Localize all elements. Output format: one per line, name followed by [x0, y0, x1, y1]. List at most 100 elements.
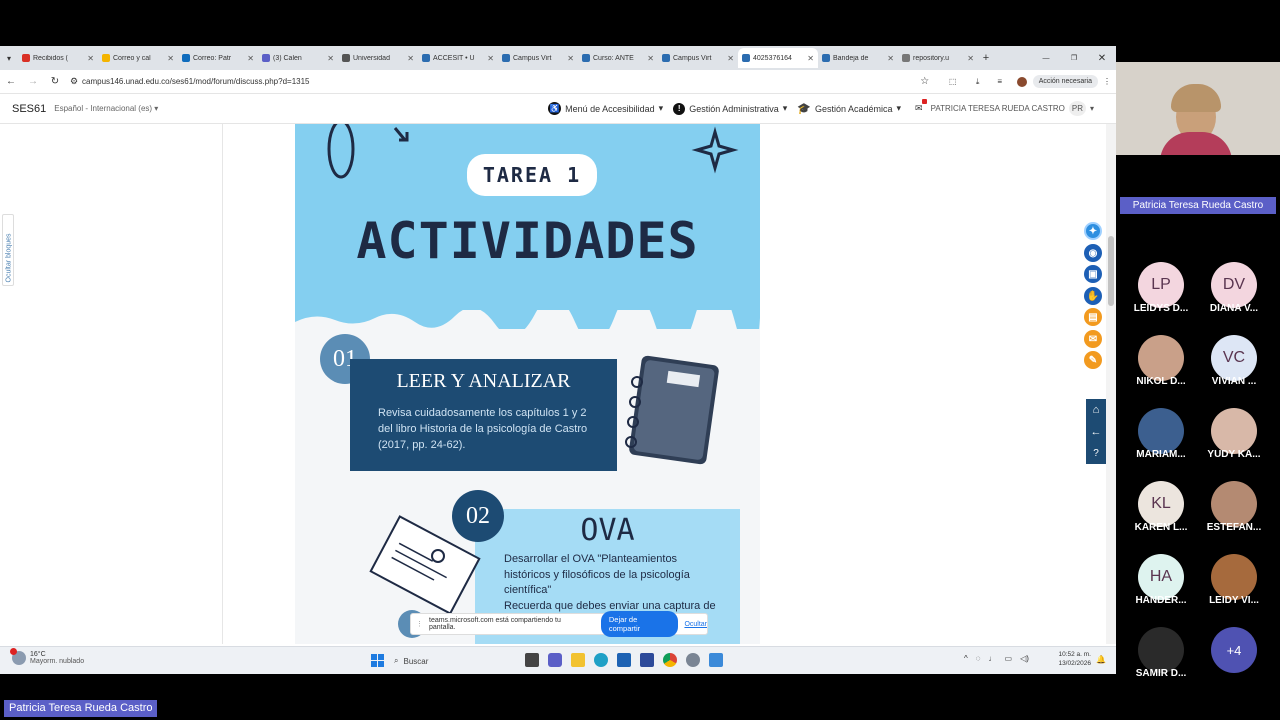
- messages-icon[interactable]: ✉: [915, 99, 927, 114]
- action-needed-button[interactable]: Acción necesaria: [1032, 75, 1098, 88]
- snipping-tool-icon[interactable]: [709, 653, 723, 667]
- task-view-icon[interactable]: [525, 653, 539, 667]
- powershell-icon[interactable]: [640, 653, 654, 667]
- hide-blocks-toggle[interactable]: Ocultar bloques: [2, 214, 14, 286]
- home-icon[interactable]: ⌂: [1086, 399, 1106, 421]
- download-icon[interactable]: ⤓: [967, 77, 989, 87]
- display-icon[interactable]: ▭: [1005, 654, 1013, 663]
- participant-avatar[interactable]: DV: [1211, 262, 1257, 308]
- url-field[interactable]: campus146.unad.edu.co/ses61/mod/forum/di…: [82, 77, 682, 86]
- new-tab-button[interactable]: +: [978, 52, 994, 64]
- chat-tool-icon[interactable]: ✎: [1084, 351, 1102, 369]
- browser-tab[interactable]: ACCESIT • U ✕: [418, 48, 498, 68]
- browser-tab[interactable]: 4025376164 ✕: [738, 48, 818, 68]
- taskbar-search[interactable]: ⌕ Buscar: [394, 652, 518, 670]
- tab-close-icon[interactable]: ✕: [327, 54, 334, 63]
- drag-handle-icon[interactable]: ⋮: [416, 620, 423, 628]
- tab-close-icon[interactable]: ✕: [247, 54, 254, 63]
- site-info-icon[interactable]: ⚙: [66, 76, 82, 87]
- tab-close-icon[interactable]: ✕: [407, 54, 414, 63]
- store-icon[interactable]: [617, 653, 631, 667]
- tab-close-icon[interactable]: ✕: [87, 54, 94, 63]
- more-participants-button[interactable]: +4: [1211, 627, 1257, 673]
- tab-close-icon[interactable]: ✕: [167, 54, 174, 63]
- participant-avatar[interactable]: [1211, 481, 1257, 527]
- participant-avatar[interactable]: HA: [1138, 554, 1184, 600]
- notification-bell-icon[interactable]: 🔔: [1096, 655, 1106, 664]
- microphone-icon[interactable]: ♩: [989, 654, 997, 663]
- site-brand[interactable]: SES61: [12, 103, 46, 115]
- minimize-button[interactable]: —: [1032, 55, 1060, 62]
- tab-close-icon[interactable]: ✕: [567, 54, 574, 63]
- tab-label: Campus Virt: [673, 54, 712, 62]
- chrome-icon[interactable]: [663, 653, 677, 667]
- chevron-up-icon[interactable]: ^: [964, 654, 968, 663]
- teams-icon[interactable]: [548, 653, 562, 667]
- edge-icon[interactable]: [594, 653, 608, 667]
- hide-share-link[interactable]: Ocultar: [684, 621, 707, 628]
- bookmark-icon[interactable]: ☆: [911, 76, 939, 87]
- participant-avatar[interactable]: [1138, 627, 1184, 673]
- browser-tab[interactable]: Correo y cal ✕: [98, 48, 178, 68]
- browser-tab[interactable]: Bandeja de ✕: [818, 48, 898, 68]
- tab-list-icon[interactable]: ▾: [0, 54, 18, 63]
- participant-avatar[interactable]: KL: [1138, 481, 1184, 527]
- audio-tool-icon[interactable]: ◉: [1084, 244, 1102, 262]
- browser-tab[interactable]: Curso: ANTE ✕: [578, 48, 658, 68]
- extensions-icon[interactable]: ⬚: [939, 77, 967, 86]
- file-explorer-icon[interactable]: [571, 653, 585, 667]
- participant-avatar[interactable]: [1138, 408, 1184, 454]
- browser-tab[interactable]: Correo: Patr ✕: [178, 48, 258, 68]
- address-bar-row: ← → ↻ ⚙ campus146.unad.edu.co/ses61/mod/…: [0, 70, 1116, 94]
- document-tool-icon[interactable]: ▤: [1084, 308, 1102, 326]
- presenter-name-label: Patricia Teresa Rueda Castro: [1120, 197, 1276, 214]
- hand-tool-icon[interactable]: ✋: [1084, 287, 1102, 305]
- language-selector[interactable]: Español - Internacional (es) ▾: [54, 104, 158, 113]
- admin-menu[interactable]: ! Gestión Administrativa ▾: [673, 102, 787, 115]
- participant-avatar[interactable]: VC: [1211, 335, 1257, 381]
- browser-tab[interactable]: (3) Calen ✕: [258, 48, 338, 68]
- close-window-button[interactable]: ✕: [1088, 53, 1116, 64]
- back-icon[interactable]: ←: [0, 76, 22, 87]
- tab-close-icon[interactable]: ✕: [967, 54, 974, 63]
- browser-tab[interactable]: Recibidos (✕: [18, 48, 98, 68]
- maximize-button[interactable]: ❐: [1060, 54, 1088, 62]
- help-icon[interactable]: ?: [1086, 443, 1106, 464]
- participant-avatar[interactable]: [1211, 408, 1257, 454]
- back-arrow-icon[interactable]: ←: [1086, 421, 1106, 443]
- participant-avatar[interactable]: LP: [1138, 262, 1184, 308]
- network-icon[interactable]: ◌: [976, 654, 981, 663]
- profile-avatar[interactable]: [1016, 76, 1027, 87]
- academic-menu[interactable]: 🎓 Gestión Académica ▾: [797, 102, 901, 115]
- tab-close-icon[interactable]: ✕: [727, 54, 734, 63]
- browser-tab[interactable]: Universidad ✕: [338, 48, 418, 68]
- accessibility-tool-icon[interactable]: ✦: [1084, 222, 1102, 240]
- stop-sharing-button[interactable]: Dejar de compartir: [600, 611, 679, 637]
- mail-tool-icon[interactable]: ✉: [1084, 330, 1102, 348]
- user-menu[interactable]: PATRICIA TERESA RUEDA CASTRO PR ▾: [931, 101, 1094, 116]
- clock[interactable]: 10:52 a. m. 13/02/2026: [1053, 650, 1091, 668]
- participant-avatar[interactable]: [1138, 335, 1184, 381]
- browser-menu-icon[interactable]: ⋮: [1098, 77, 1116, 86]
- tab-close-icon[interactable]: ✕: [887, 54, 894, 63]
- weather-widget[interactable]: 16°C Mayorm. nublado: [10, 648, 84, 665]
- screen-tool-icon[interactable]: ▣: [1084, 265, 1102, 283]
- accessibility-menu[interactable]: ♿ Menú de Accesibilidad ▾: [548, 102, 663, 115]
- browser-tab[interactable]: Campus Virt ✕: [498, 48, 578, 68]
- tab-close-icon[interactable]: ✕: [647, 54, 654, 63]
- browser-tab[interactable]: Campus Virt ✕: [658, 48, 738, 68]
- tab-close-icon[interactable]: ✕: [807, 54, 814, 63]
- reload-icon[interactable]: ↻: [44, 76, 66, 87]
- accessibility-toolbar: ✦ ◉ ▣ ✋ ▤ ✉ ✎: [1082, 222, 1104, 372]
- volume-icon[interactable]: ◁): [1020, 654, 1029, 663]
- page-scrollbar[interactable]: [1106, 124, 1116, 644]
- participant-avatar[interactable]: [1211, 554, 1257, 600]
- forward-icon[interactable]: →: [22, 76, 44, 87]
- participant-name: LEIDY VI...: [1209, 595, 1259, 606]
- scrollbar-thumb[interactable]: [1108, 236, 1114, 306]
- tab-close-icon[interactable]: ✕: [487, 54, 494, 63]
- settings-icon[interactable]: [686, 653, 700, 667]
- reading-list-icon[interactable]: ≡: [989, 77, 1011, 86]
- browser-tab[interactable]: repository.u ✕: [898, 48, 978, 68]
- start-button[interactable]: [371, 654, 384, 667]
